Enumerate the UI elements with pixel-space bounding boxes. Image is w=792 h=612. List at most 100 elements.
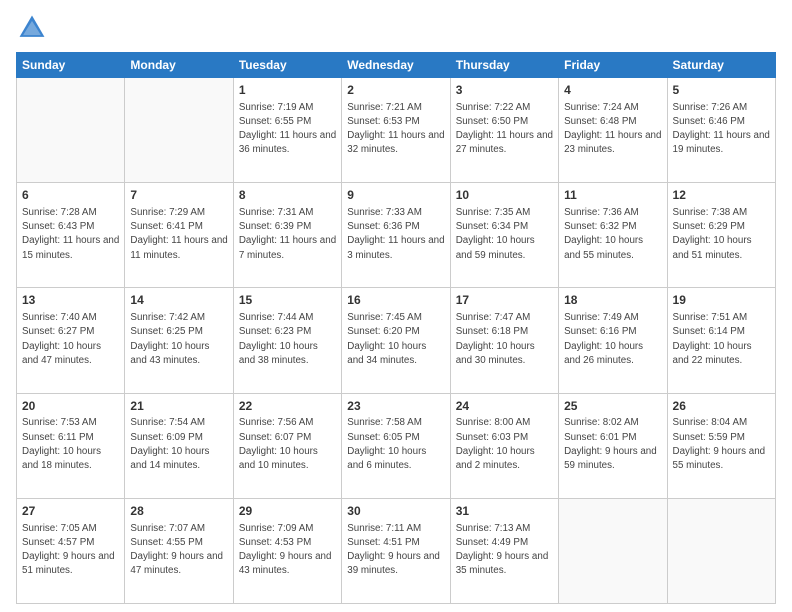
day-info: Sunrise: 7:31 AM Sunset: 6:39 PM Dayligh… [239, 206, 336, 263]
calendar-cell: 3 Sunrise: 7:22 AM Sunset: 6:50 PM Daylig… [450, 78, 558, 183]
day-info: Sunrise: 7:26 AM Sunset: 6:46 PM Dayligh… [673, 101, 770, 158]
day-info: Sunrise: 7:22 AM Sunset: 6:50 PM Dayligh… [456, 101, 553, 158]
day-number: 15 [239, 292, 336, 309]
calendar-cell [125, 78, 233, 183]
day-number: 29 [239, 503, 336, 520]
calendar-cell: 21Sunrise: 7:54 AM Sunset: 6:09 PM Dayli… [125, 393, 233, 498]
day-info: Sunrise: 7:36 AM Sunset: 6:32 PM Dayligh… [564, 206, 661, 263]
calendar-cell: 4Sunrise: 7:24 AM Sunset: 6:48 PM Daylig… [559, 78, 667, 183]
day-number: 17 [456, 292, 553, 309]
calendar-cell [17, 78, 125, 183]
day-number: 8 [239, 187, 336, 204]
day-info: Sunrise: 7:13 AM Sunset: 4:49 PM Dayligh… [456, 522, 553, 579]
calendar-cell: 8 Sunrise: 7:31 AM Sunset: 6:39 PM Daylig… [233, 183, 341, 288]
header-monday: Monday [125, 53, 233, 78]
day-info: Sunrise: 7:19 AM Sunset: 6:55 PM Dayligh… [239, 101, 336, 158]
calendar-cell [667, 498, 775, 603]
day-number: 3 [456, 82, 553, 99]
calendar-cell: 11 Sunrise: 7:36 AM Sunset: 6:32 PM Dayli… [559, 183, 667, 288]
calendar-cell: 10 Sunrise: 7:35 AM Sunset: 6:34 PM Dayli… [450, 183, 558, 288]
calendar-cell: 6Sunrise: 7:28 AM Sunset: 6:43 PM Daylig… [17, 183, 125, 288]
day-info: Sunrise: 7:40 AM Sunset: 6:27 PM Dayligh… [22, 311, 119, 368]
calendar-cell: 17 Sunrise: 7:47 AM Sunset: 6:18 PM Dayli… [450, 288, 558, 393]
day-info: Sunrise: 7:09 AM Sunset: 4:53 PM Dayligh… [239, 522, 336, 579]
calendar-cell: 23Sunrise: 7:58 AM Sunset: 6:05 PM Dayli… [342, 393, 450, 498]
day-number: 19 [673, 292, 770, 309]
header [16, 12, 776, 44]
day-number: 14 [130, 292, 227, 309]
calendar-cell: 9 Sunrise: 7:33 AM Sunset: 6:36 PM Daylig… [342, 183, 450, 288]
day-number: 7 [130, 187, 227, 204]
day-info: Sunrise: 7:38 AM Sunset: 6:29 PM Dayligh… [673, 206, 770, 263]
calendar: Sunday Monday Tuesday Wednesday Thursday… [16, 52, 776, 604]
day-number: 1 [239, 82, 336, 99]
calendar-cell: 5 Sunrise: 7:26 AM Sunset: 6:46 PM Daylig… [667, 78, 775, 183]
day-info: Sunrise: 7:21 AM Sunset: 6:53 PM Dayligh… [347, 101, 444, 158]
day-number: 11 [564, 187, 661, 204]
day-number: 22 [239, 398, 336, 415]
calendar-cell: 31 Sunrise: 7:13 AM Sunset: 4:49 PM Dayli… [450, 498, 558, 603]
day-info: Sunrise: 7:11 AM Sunset: 4:51 PM Dayligh… [347, 522, 444, 579]
day-info: Sunrise: 7:42 AM Sunset: 6:25 PM Dayligh… [130, 311, 227, 368]
header-saturday: Saturday [667, 53, 775, 78]
day-info: Sunrise: 7:54 AM Sunset: 6:09 PM Dayligh… [130, 416, 227, 473]
calendar-cell: 30Sunrise: 7:11 AM Sunset: 4:51 PM Dayli… [342, 498, 450, 603]
header-wednesday: Wednesday [342, 53, 450, 78]
day-number: 25 [564, 398, 661, 415]
day-number: 4 [564, 82, 661, 99]
day-info: Sunrise: 7:51 AM Sunset: 6:14 PM Dayligh… [673, 311, 770, 368]
day-number: 28 [130, 503, 227, 520]
day-number: 21 [130, 398, 227, 415]
day-number: 23 [347, 398, 444, 415]
calendar-cell: 1 Sunrise: 7:19 AM Sunset: 6:55 PM Daylig… [233, 78, 341, 183]
calendar-cell: 22Sunrise: 7:56 AM Sunset: 6:07 PM Dayli… [233, 393, 341, 498]
calendar-cell: 2 Sunrise: 7:21 AM Sunset: 6:53 PM Daylig… [342, 78, 450, 183]
calendar-cell: 24Sunrise: 8:00 AM Sunset: 6:03 PM Dayli… [450, 393, 558, 498]
calendar-cell: 12Sunrise: 7:38 AM Sunset: 6:29 PM Dayli… [667, 183, 775, 288]
day-info: Sunrise: 8:00 AM Sunset: 6:03 PM Dayligh… [456, 416, 553, 473]
day-number: 9 [347, 187, 444, 204]
day-info: Sunrise: 7:33 AM Sunset: 6:36 PM Dayligh… [347, 206, 444, 263]
calendar-cell: 28Sunrise: 7:07 AM Sunset: 4:55 PM Dayli… [125, 498, 233, 603]
header-thursday: Thursday [450, 53, 558, 78]
calendar-cell: 15 Sunrise: 7:44 AM Sunset: 6:23 PM Dayli… [233, 288, 341, 393]
calendar-cell: 29 Sunrise: 7:09 AM Sunset: 4:53 PM Dayli… [233, 498, 341, 603]
calendar-header-row: Sunday Monday Tuesday Wednesday Thursday… [17, 53, 776, 78]
day-info: Sunrise: 7:35 AM Sunset: 6:34 PM Dayligh… [456, 206, 553, 263]
day-info: Sunrise: 7:45 AM Sunset: 6:20 PM Dayligh… [347, 311, 444, 368]
calendar-cell: 18Sunrise: 7:49 AM Sunset: 6:16 PM Dayli… [559, 288, 667, 393]
calendar-cell: 13 Sunrise: 7:40 AM Sunset: 6:27 PM Dayli… [17, 288, 125, 393]
calendar-cell: 7 Sunrise: 7:29 AM Sunset: 6:41 PM Daylig… [125, 183, 233, 288]
day-number: 26 [673, 398, 770, 415]
logo-icon [16, 12, 48, 44]
day-number: 5 [673, 82, 770, 99]
day-number: 16 [347, 292, 444, 309]
day-info: Sunrise: 7:56 AM Sunset: 6:07 PM Dayligh… [239, 416, 336, 473]
day-info: Sunrise: 7:05 AM Sunset: 4:57 PM Dayligh… [22, 522, 119, 579]
day-number: 13 [22, 292, 119, 309]
day-info: Sunrise: 7:47 AM Sunset: 6:18 PM Dayligh… [456, 311, 553, 368]
day-number: 31 [456, 503, 553, 520]
day-info: Sunrise: 8:02 AM Sunset: 6:01 PM Dayligh… [564, 416, 661, 473]
day-info: Sunrise: 7:29 AM Sunset: 6:41 PM Dayligh… [130, 206, 227, 263]
day-number: 2 [347, 82, 444, 99]
day-info: Sunrise: 7:44 AM Sunset: 6:23 PM Dayligh… [239, 311, 336, 368]
day-number: 10 [456, 187, 553, 204]
header-sunday: Sunday [17, 53, 125, 78]
calendar-cell [559, 498, 667, 603]
day-number: 20 [22, 398, 119, 415]
header-tuesday: Tuesday [233, 53, 341, 78]
day-info: Sunrise: 8:04 AM Sunset: 5:59 PM Dayligh… [673, 416, 770, 473]
day-number: 27 [22, 503, 119, 520]
calendar-cell: 26Sunrise: 8:04 AM Sunset: 5:59 PM Dayli… [667, 393, 775, 498]
calendar-cell: 16 Sunrise: 7:45 AM Sunset: 6:20 PM Dayli… [342, 288, 450, 393]
logo [16, 12, 50, 44]
day-info: Sunrise: 7:53 AM Sunset: 6:11 PM Dayligh… [22, 416, 119, 473]
calendar-cell: 19 Sunrise: 7:51 AM Sunset: 6:14 PM Dayli… [667, 288, 775, 393]
day-info: Sunrise: 7:49 AM Sunset: 6:16 PM Dayligh… [564, 311, 661, 368]
day-number: 24 [456, 398, 553, 415]
calendar-cell: 20Sunrise: 7:53 AM Sunset: 6:11 PM Dayli… [17, 393, 125, 498]
day-info: Sunrise: 7:28 AM Sunset: 6:43 PM Dayligh… [22, 206, 119, 263]
calendar-cell: 25Sunrise: 8:02 AM Sunset: 6:01 PM Dayli… [559, 393, 667, 498]
day-info: Sunrise: 7:58 AM Sunset: 6:05 PM Dayligh… [347, 416, 444, 473]
